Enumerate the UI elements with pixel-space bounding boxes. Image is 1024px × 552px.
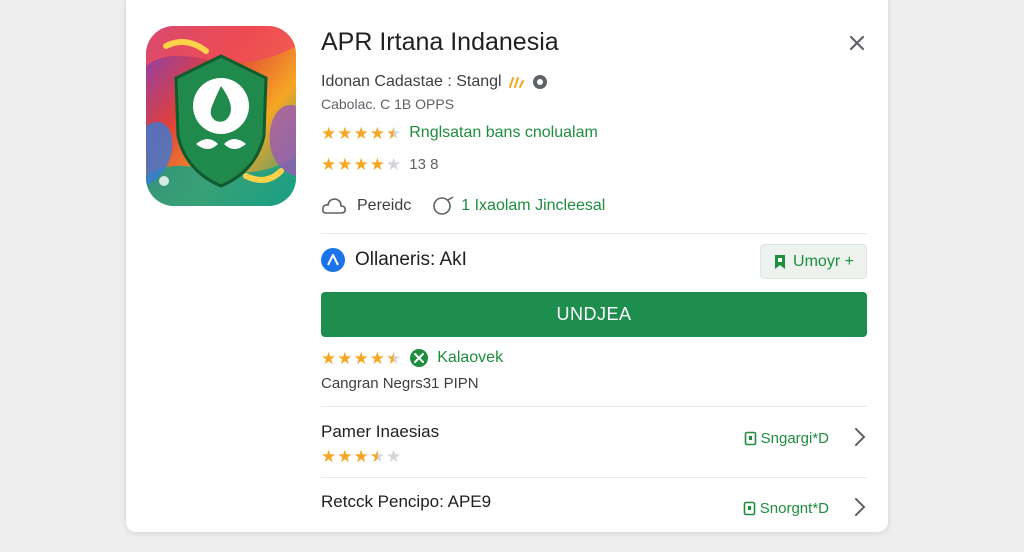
star-rating: ★ ★ ★ ★ ★ [321,156,401,173]
star-full-icon: ★ [353,155,369,174]
developer-line: Idonan Cadastae : Stangl [321,73,548,91]
rating-row-primary: ★ ★ ★ ★ ★ Rnglsatan bans cnolualam [321,124,598,142]
app-subtitle: Cabolac. C 1B OPPS [321,96,455,112]
verified-badge-text: Kalaovek [437,349,504,366]
star-rating: ★ ★ ★ ★ ★ [321,350,401,367]
list-item-action[interactable]: Snorgnt*D [743,500,829,517]
chevron-right-icon[interactable] [853,496,867,518]
star-full-icon: ★ [337,123,353,143]
meta-item-1: Pereidc [357,197,412,214]
divider [321,406,867,407]
category-line: Cangran Negrs31 PIPN [321,375,479,392]
install-button[interactable]: UNDJEA [321,292,867,337]
info-icon[interactable] [532,74,548,90]
star-half-icon: ★ [369,447,385,466]
star-full-icon: ★ [369,155,385,174]
star-full-icon: ★ [353,123,369,143]
star-empty-icon: ★ [386,447,402,466]
close-button[interactable] [842,28,872,58]
star-full-icon: ★ [369,123,385,143]
bookmark-icon [743,501,756,516]
star-rating: ★ ★ ★ ★ ★ [321,448,401,465]
developer-row[interactable]: Ollaneris: AkI [321,248,467,272]
rating-summary-text[interactable]: Rnglsatan bans cnolualam [409,124,598,142]
developer-name: Ollaneris: AkI [355,249,467,270]
star-full-icon: ★ [337,348,353,368]
list-item[interactable]: Retcck Pencipo: APE9 Snorgnt*D [321,492,867,552]
list-item-action-label: Snorgnt*D [759,500,829,517]
verified-check-icon [410,349,429,367]
list-item[interactable]: Pamer Inaesias ★ ★ ★ ★ ★ Sngargi*D [321,422,867,482]
bookmark-icon [744,431,756,446]
bookmark-icon [775,254,786,269]
cloud-icon [322,198,346,214]
star-full-icon: ★ [321,348,337,368]
list-item-action[interactable]: Sngargi*D [744,430,829,447]
list-item-title: Pamer Inaesias [321,422,440,441]
star-full-icon: ★ [321,123,337,143]
star-rating: ★ ★ ★ ★ ★ [321,125,401,142]
list-item-action-label: Sngargi*D [760,430,829,447]
developer-avatar-icon [321,248,345,272]
rating-row-tertiary: ★ ★ ★ ★ ★ Kalaovek [321,348,503,368]
star-empty-icon: ★ [386,155,402,174]
chevron-right-icon[interactable] [853,426,867,448]
share-icon[interactable] [508,75,526,89]
wishlist-button-label: Umoyr + [793,252,854,270]
divider [321,477,867,478]
star-full-icon: ★ [353,447,369,466]
meta-row: Pereidc 1 Ixaolam Jincleesal [321,195,605,217]
globe-icon [433,196,454,215]
app-logo-icon [146,26,296,206]
star-full-icon: ★ [321,155,337,174]
star-half-icon: ★ [386,348,402,368]
list-item-title: Retcck Pencipo: APE9 [321,492,492,511]
star-full-icon: ★ [337,447,353,466]
star-full-icon: ★ [321,447,337,466]
wishlist-button[interactable]: Umoyr + [760,244,867,279]
developer-line-text: Idonan Cadastae : Stangl [321,73,502,90]
star-full-icon: ★ [337,155,353,174]
meta-item-2[interactable]: 1 Ixaolam Jincleesal [461,197,605,215]
rating-row-secondary: ★ ★ ★ ★ ★ 13 8 [321,156,438,173]
star-full-icon: ★ [369,348,385,368]
app-title: APR Irtana Indanesia [321,28,559,56]
divider [321,233,867,234]
close-icon [849,35,865,51]
star-half-icon: ★ [386,123,402,143]
rating-count: 13 8 [409,156,439,173]
star-full-icon: ★ [353,348,369,368]
